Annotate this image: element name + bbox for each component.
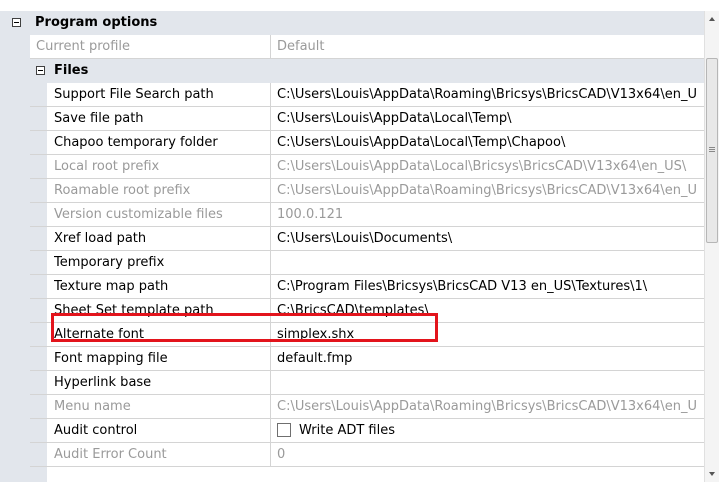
property-value[interactable]: C:\BricsCAD\templates\ <box>270 299 702 322</box>
scroll-down-arrow-icon[interactable] <box>705 466 719 482</box>
property-row-xref-load-path[interactable]: Xref load path C:\Users\Louis\Documents\ <box>30 227 704 251</box>
property-name: Alternate font <box>54 327 145 342</box>
property-grid: Program options Current profile Default … <box>0 0 704 482</box>
property-name: Version customizable files <box>54 207 223 222</box>
collapse-files-icon[interactable] <box>36 66 45 75</box>
property-row-font-mapping-file[interactable]: Font mapping file default.fmp <box>30 347 704 371</box>
property-name: Temporary prefix <box>54 255 165 270</box>
property-name: Xref load path <box>54 231 147 246</box>
property-name: Save file path <box>54 111 144 126</box>
left-gutter <box>0 35 30 482</box>
property-value: C:\Users\Louis\AppData\Roaming\Bricsys\B… <box>270 179 702 202</box>
write-adt-checkbox[interactable] <box>277 423 291 437</box>
property-value: Default <box>270 35 702 58</box>
checkbox-label: Write ADT files <box>299 423 396 438</box>
property-name: Audit Error Count <box>54 447 167 462</box>
category-title: Files <box>54 63 89 78</box>
category-files[interactable]: Files <box>30 59 704 83</box>
property-value[interactable]: C:\Users\Louis\AppData\Roaming\Bricsys\B… <box>270 83 702 106</box>
property-name: Menu name <box>54 399 131 414</box>
vertical-scrollbar[interactable] <box>704 11 719 482</box>
property-row-audit-error-count[interactable]: Audit Error Count 0 <box>30 443 704 467</box>
property-name: Chapoo temporary folder <box>54 135 218 150</box>
property-name: Support File Search path <box>54 87 214 102</box>
property-name: Texture map path <box>54 279 169 294</box>
property-value: C:\Users\Louis\AppData\Local\Bricsys\Bri… <box>270 155 702 178</box>
property-value[interactable] <box>270 251 702 274</box>
property-row-roamable-root-prefix[interactable]: Roamable root prefix C:\Users\Louis\AppDa… <box>30 179 704 203</box>
property-value: 0 <box>270 443 702 466</box>
property-row-menu-name[interactable]: Menu name C:\Users\Louis\AppData\Roaming\… <box>30 395 704 419</box>
property-row-version-customizable-files[interactable]: Version customizable files 100.0.121 <box>30 203 704 227</box>
scroll-up-arrow-icon[interactable] <box>705 11 719 27</box>
property-name: Font mapping file <box>54 351 168 366</box>
property-row-support-file-search-path[interactable]: Support File Search path C:\Users\Louis\A… <box>30 83 704 107</box>
property-value[interactable]: simplex.shx <box>270 323 702 346</box>
property-value-checkbox[interactable]: Write ADT files <box>270 419 702 442</box>
property-value[interactable]: default.fmp <box>270 347 702 370</box>
property-name: Hyperlink base <box>54 375 152 390</box>
property-name: Sheet Set template path <box>54 303 214 318</box>
category-title: Program options <box>35 15 158 30</box>
property-name: Current profile <box>36 39 131 54</box>
property-row-sheet-set-template-path[interactable]: Sheet Set template path C:\BricsCAD\templ… <box>30 299 704 323</box>
grip-icon <box>709 147 715 148</box>
property-name: Roamable root prefix <box>54 183 191 198</box>
collapse-program-options-icon[interactable] <box>12 18 21 27</box>
property-value: C:\Users\Louis\AppData\Roaming\Bricsys\B… <box>270 395 702 418</box>
property-value[interactable] <box>270 371 702 394</box>
category-program-options[interactable]: Program options <box>0 11 704 35</box>
property-value: 100.0.121 <box>270 203 702 226</box>
property-row-local-root-prefix[interactable]: Local root prefix C:\Users\Louis\AppData\… <box>30 155 704 179</box>
property-row-save-file-path[interactable]: Save file path C:\Users\Louis\AppData\Loc… <box>30 107 704 131</box>
property-value[interactable]: C:\Program Files\Bricsys\BricsCAD V13 en… <box>270 275 702 298</box>
property-row-texture-map-path[interactable]: Texture map path C:\Program Files\Bricsys… <box>30 275 704 299</box>
property-row-audit-control[interactable]: Audit control Write ADT files <box>30 419 704 443</box>
property-name: Local root prefix <box>54 159 160 174</box>
property-value[interactable]: C:\Users\Louis\AppData\Local\Temp\ <box>270 107 702 130</box>
property-row-chapoo-temporary-folder[interactable]: Chapoo temporary folder C:\Users\Louis\Ap… <box>30 131 704 155</box>
property-row-alternate-font[interactable]: Alternate font simplex.shx <box>30 323 704 347</box>
property-name: Audit control <box>54 423 138 438</box>
property-value[interactable]: C:\Users\Louis\Documents\ <box>270 227 702 250</box>
property-value[interactable]: C:\Users\Louis\AppData\Local\Temp\Chapoo… <box>270 131 702 154</box>
property-row-current-profile[interactable]: Current profile Default <box>30 35 704 59</box>
property-row-hyperlink-base[interactable]: Hyperlink base <box>30 371 704 395</box>
property-row-temporary-prefix[interactable]: Temporary prefix <box>30 251 704 275</box>
scroll-thumb[interactable] <box>706 58 718 243</box>
